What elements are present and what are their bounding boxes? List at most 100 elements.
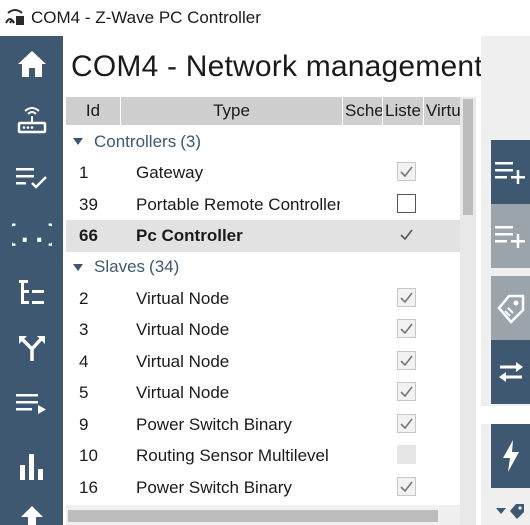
title-bar: COM4 - Z-Wave PC Controller [0, 0, 530, 36]
table-row[interactable]: 16 Power Switch Binary [66, 472, 460, 504]
node-type: Gateway [136, 163, 204, 182]
grid-rows: Controllers (3) 1 Gateway 39 Portable Re… [66, 126, 460, 503]
listening-checkbox[interactable] [397, 476, 416, 496]
vertical-scrollbar[interactable] [460, 97, 476, 525]
group-header-controllers[interactable]: Controllers (3) [66, 126, 460, 157]
main-panel: COM4 - Network management Id Type Sche L… [63, 36, 483, 525]
group-name: Slaves [94, 257, 146, 276]
node-type: Power Switch Binary [136, 477, 292, 497]
checkmark-icon [400, 292, 413, 303]
router-icon [17, 107, 46, 134]
separator [481, 268, 530, 276]
horizontal-scrollbar[interactable] [66, 505, 460, 525]
listening-checkbox[interactable] [397, 350, 416, 370]
group-count: (3) [180, 131, 201, 151]
add-node-button[interactable] [491, 140, 530, 204]
column-header-id[interactable]: Id [66, 97, 121, 125]
replace-node-button[interactable] [491, 340, 530, 404]
chevron-down-icon[interactable] [495, 507, 507, 515]
zwave-app-icon [5, 9, 24, 25]
nav-home-button[interactable] [0, 36, 63, 92]
column-header-liste[interactable]: Liste [383, 97, 424, 125]
nav-network-button[interactable] [0, 92, 63, 148]
group-name: Controllers [94, 131, 177, 151]
listening-checkbox[interactable] [397, 413, 416, 433]
node-id: 39 [79, 194, 98, 214]
listening-checkbox[interactable] [397, 193, 416, 213]
checklist-icon [15, 168, 47, 189]
svg-text:{..}: {..} [12, 220, 52, 248]
table-row[interactable]: 39 Portable Remote Controller [66, 189, 460, 221]
checkmark-icon [400, 355, 413, 366]
checkmark-icon [400, 418, 413, 429]
playlist-icon [15, 394, 46, 414]
tag-small-icon[interactable] [508, 502, 526, 520]
tree-icon [18, 280, 44, 304]
node-id: 4 [79, 351, 89, 371]
column-header-virtu[interactable]: Virtu [424, 97, 460, 125]
node-type: Pc Controller [136, 226, 243, 245]
braces-icon: {..} [12, 220, 52, 248]
expand-triangle-icon[interactable] [73, 263, 83, 271]
listening-checkbox[interactable] [397, 319, 416, 338]
window-title: COM4 - Z-Wave PC Controller [31, 8, 261, 27]
checkmark-icon [400, 481, 413, 492]
lightning-icon [502, 440, 519, 472]
separator [481, 406, 530, 424]
checkmark-icon [400, 386, 413, 397]
node-type: Virtual Node [136, 383, 230, 402]
listening-checkbox[interactable] [397, 287, 416, 307]
node-id: 3 [79, 320, 89, 339]
checkmark-icon [400, 229, 413, 240]
nav-upload-button[interactable] [0, 494, 63, 525]
listening-checkbox[interactable] [397, 162, 416, 181]
bar-chart-icon [19, 454, 43, 480]
remove-node-button[interactable] [491, 204, 530, 268]
add-node-icon [494, 162, 525, 184]
listening-checkbox[interactable] [397, 225, 416, 244]
node-type: Power Switch Binary [136, 414, 292, 434]
page-title: COM4 - Network management [71, 50, 483, 83]
home-icon [17, 51, 46, 77]
vertical-scroll-thumb[interactable] [463, 99, 473, 215]
table-row[interactable]: 3 Virtual Node [66, 314, 460, 346]
group-count: (34) [149, 257, 180, 276]
tag-button[interactable] [491, 276, 530, 340]
nav-script-button[interactable]: {..} [0, 206, 63, 262]
node-id: 2 [79, 288, 89, 308]
app-window: COM4 - Z-Wave PC Controller .. COM4 - Ne… [0, 0, 530, 525]
grid-header: Id Type Sche Liste Virtu [66, 97, 460, 125]
table-row-selected[interactable]: 66 Pc Controller [66, 220, 460, 252]
column-header-type[interactable]: Type [121, 97, 343, 125]
node-id: 9 [79, 414, 89, 434]
nav-queue-button[interactable] [0, 376, 63, 432]
table-row[interactable]: 2 Virtual Node [66, 283, 460, 315]
node-type: Routing Sensor Multilevel [136, 446, 329, 465]
actions-footer [491, 496, 530, 525]
expand-triangle-icon[interactable] [73, 138, 83, 145]
table-row[interactable]: 10 Routing Sensor Multilevel [66, 440, 460, 472]
table-row[interactable]: 1 Gateway [66, 157, 460, 189]
reset-button[interactable] [491, 424, 530, 488]
listening-checkbox[interactable] [397, 382, 416, 401]
group-header-slaves[interactable]: Slaves (34) [66, 252, 460, 283]
nav-commands-button[interactable] [0, 150, 63, 206]
node-type: Virtual Node [136, 351, 230, 371]
table-row[interactable]: 5 Virtual Node [66, 377, 460, 409]
nav-statistics-button[interactable] [0, 438, 63, 494]
tag-icon [496, 294, 524, 324]
node-type: Virtual Node [136, 320, 230, 339]
swap-arrows-icon [498, 362, 523, 382]
node-id: 66 [79, 226, 98, 245]
node-grid: Id Type Sche Liste Virtu Controllers (3)… [66, 97, 476, 525]
horizontal-scroll-thumb[interactable] [68, 510, 438, 522]
column-header-sche[interactable]: Sche [343, 97, 383, 125]
node-type: Virtual Node [136, 288, 230, 308]
table-row[interactable]: 9 Power Switch Binary [66, 409, 460, 441]
listening-checkbox-disabled[interactable] [397, 445, 416, 464]
node-type: Portable Remote Controller [136, 194, 340, 214]
node-id: 16 [79, 477, 98, 497]
nav-routing-button[interactable] [0, 320, 63, 376]
nav-topology-button[interactable] [0, 264, 63, 320]
table-row[interactable]: 4 Virtual Node [66, 346, 460, 378]
